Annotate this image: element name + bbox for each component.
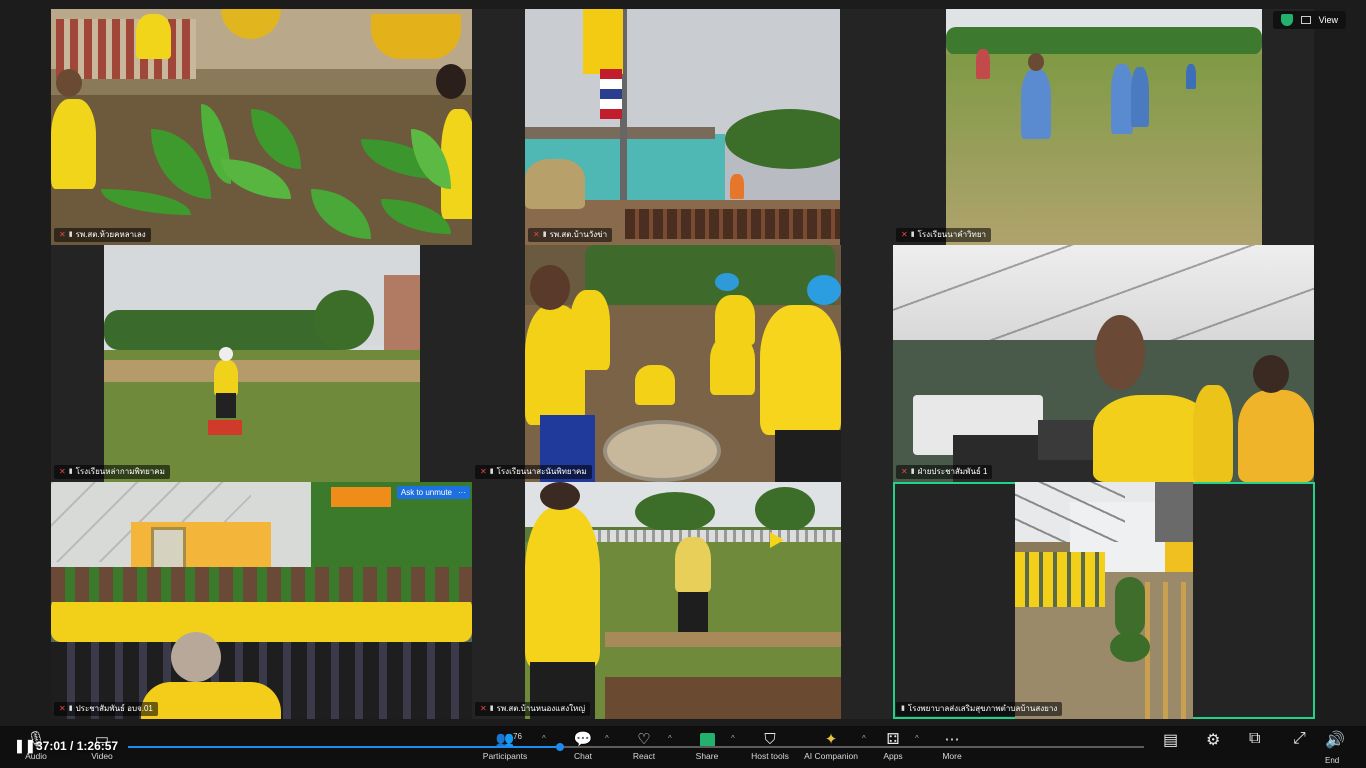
- participant-name: รพ.สต.บ้านหนองแสงใหญ่: [496, 704, 586, 713]
- mic-muted-icon: ✕: [480, 467, 487, 476]
- pause-icon[interactable]: ❚❚: [14, 738, 36, 754]
- participant-name-label: ✕ ▮ ประชาสัมพันธ์ อบจ.01: [54, 702, 158, 716]
- video-feed: [525, 245, 841, 482]
- participant-name-label: ✕ ▮ โรงเรียนหล่ากามพิทยาคม: [54, 465, 170, 479]
- participant-name: โรงเรียนหล่ากามพิทยาคม: [75, 467, 165, 476]
- participant-name: โรงพยาบาลส่งเสริมสุขภาพตำบลบ้านสงยาง: [907, 704, 1058, 713]
- video-feed: [1015, 482, 1193, 719]
- pin-icon: ▮: [489, 705, 494, 712]
- video-feed: [51, 9, 472, 245]
- pin-icon: ▮: [489, 468, 494, 475]
- security-shield-icon: [1280, 14, 1293, 26]
- pin-icon: ▮: [910, 231, 915, 238]
- playback-time: 37:01 / 1:26:57: [36, 739, 119, 753]
- mic-muted-icon: ✕: [59, 467, 66, 476]
- participant-name-label: ▮ โรงพยาบาลส่งเสริมสุขภาพตำบลบ้านสงยาง: [896, 702, 1063, 716]
- participant-name-label: ✕ ▮ โรงเรียนนาสะนันพิทยาคม: [475, 465, 592, 479]
- participant-name-label: ✕ ▮ รพ.สต.ห้วยคหลาเลง: [54, 228, 151, 242]
- video-tile-8[interactable]: ✕ ▮ รพ.สต.บ้านหนองแสงใหญ่: [472, 482, 893, 719]
- playback-bar: ❚❚ 37:01 / 1:26:57: [0, 738, 1366, 754]
- video-feed: [525, 482, 841, 719]
- video-tile-7[interactable]: Ask to unmute ··· ✕ ▮ ประชาสัมพันธ์ อบจ.…: [51, 482, 472, 719]
- mic-muted-icon: ✕: [901, 230, 908, 239]
- pin-icon: ▮: [68, 231, 73, 238]
- mic-muted-icon: ✕: [533, 230, 540, 239]
- pin-icon: ▮: [68, 705, 73, 712]
- seek-progress: [128, 746, 561, 748]
- mic-muted-icon: ✕: [59, 704, 66, 713]
- participant-name: ประชาสัมพันธ์ อบจ.01: [75, 704, 153, 713]
- participant-name: รพ.สต.ห้วยคหลาเลง: [75, 230, 146, 239]
- participant-name: โรงเรียนนาสะนันพิทยาคม: [496, 467, 587, 476]
- more-options-icon[interactable]: ···: [458, 488, 466, 497]
- participant-name-label: ✕ ▮ รพ.สต.บ้านวังข่า: [528, 228, 613, 242]
- video-feed: [946, 9, 1262, 245]
- mic-muted-icon: ✕: [59, 230, 66, 239]
- video-tile-5[interactable]: ✕ ▮ โรงเรียนนาสะนันพิทยาคม: [472, 245, 893, 482]
- video-tile-2[interactable]: ✕ ▮ รพ.สต.บ้านวังข่า: [472, 9, 893, 245]
- current-time: 37:01: [36, 739, 67, 753]
- view-control[interactable]: View: [1272, 11, 1346, 29]
- mic-muted-icon: ✕: [480, 704, 487, 713]
- meeting-window: ✕ ▮ รพ.สต.ห้วยคหลาเลง ✕ ▮ รพ.สต.บ้านวังข…: [0, 0, 1366, 768]
- pin-icon: ▮: [910, 468, 915, 475]
- pin-icon: ▮: [68, 468, 73, 475]
- participant-name-label: ✕ ▮ รพ.สต.บ้านหนองแสงใหญ่: [475, 702, 591, 716]
- participant-name: รพ.สต.บ้านวังข่า: [549, 230, 608, 239]
- end-label[interactable]: End: [1325, 756, 1339, 765]
- pin-icon: ▮: [542, 231, 547, 238]
- video-feed: [104, 245, 420, 482]
- video-feed: [525, 9, 840, 245]
- mic-muted-icon: ✕: [901, 467, 908, 476]
- participant-name-label: ✕ ▮ ฝ่ายประชาสัมพันธ์ 1: [896, 465, 993, 479]
- video-tile-4[interactable]: ✕ ▮ โรงเรียนหล่ากามพิทยาคม: [51, 245, 472, 482]
- grid-view-icon: [1300, 16, 1311, 24]
- ask-to-unmute-button[interactable]: Ask to unmute ···: [396, 486, 470, 499]
- ask-to-unmute-label: Ask to unmute: [400, 488, 452, 497]
- seek-handle[interactable]: [556, 743, 565, 751]
- participant-name-label: ✕ ▮ โรงเรียนนาคำวิทยา: [896, 228, 991, 242]
- participant-name: โรงเรียนนาคำวิทยา: [917, 230, 986, 239]
- view-label: View: [1318, 15, 1338, 25]
- video-feed: [893, 245, 1314, 482]
- video-tile-9-active-speaker[interactable]: ▮ โรงพยาบาลส่งเสริมสุขภาพตำบลบ้านสงยาง: [893, 482, 1315, 719]
- video-feed: [51, 482, 472, 719]
- participant-name: ฝ่ายประชาสัมพันธ์ 1: [917, 467, 988, 476]
- video-tile-3[interactable]: ✕ ▮ โรงเรียนนาคำวิทยา: [893, 9, 1314, 245]
- pin-icon: ▮: [901, 705, 905, 712]
- video-tile-1[interactable]: ✕ ▮ รพ.สต.ห้วยคหลาเลง: [51, 9, 472, 245]
- seek-slider[interactable]: [128, 743, 1144, 751]
- total-duration: 1:26:57: [76, 739, 119, 753]
- video-tile-6[interactable]: ✕ ▮ ฝ่ายประชาสัมพันธ์ 1: [893, 245, 1314, 482]
